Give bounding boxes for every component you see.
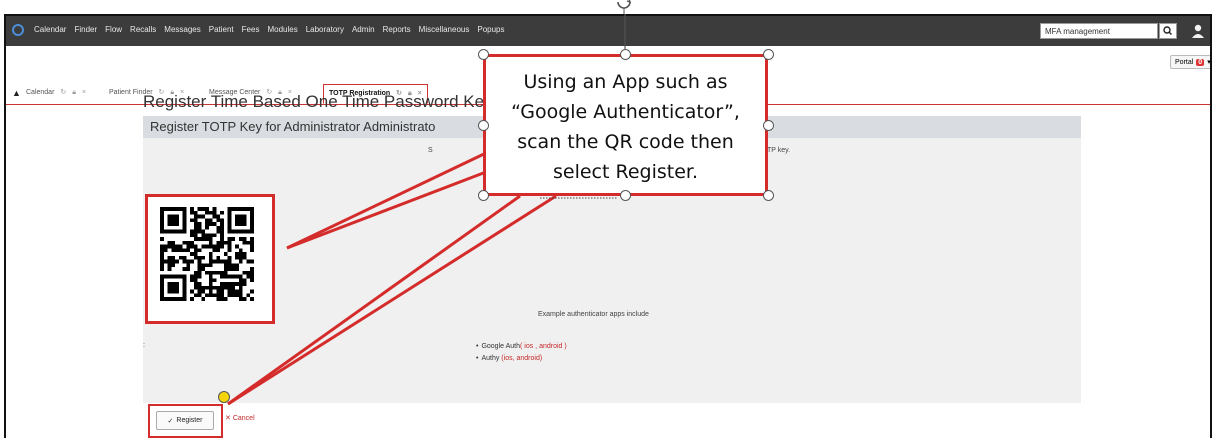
resize-handle-right[interactable] [763,120,774,131]
resize-handle-left[interactable] [478,120,489,131]
annotation-callout[interactable]: Using an App such as “Google Authenticat… [483,54,768,196]
callout-text: Using an App such as “Google Authenticat… [486,67,765,187]
rotate-handle-icon[interactable] [614,0,634,14]
callout-line: scan the QR code then [517,131,734,153]
resize-handle-top[interactable] [620,49,631,60]
callout-line: “Google Authenticator”, [511,101,740,123]
resize-handle-top-right[interactable] [763,49,774,60]
callout-line: select Register. [552,161,698,183]
rotate-handle-stem [624,14,626,49]
resize-handle-bottom-left[interactable] [478,190,489,201]
resize-handle-bottom-right[interactable] [763,190,774,201]
resize-handle-top-left[interactable] [478,49,489,60]
callout-line: Using an App such as [523,71,728,93]
pointer-adjust-handle[interactable] [218,391,230,403]
resize-handle-bottom[interactable] [620,190,631,201]
